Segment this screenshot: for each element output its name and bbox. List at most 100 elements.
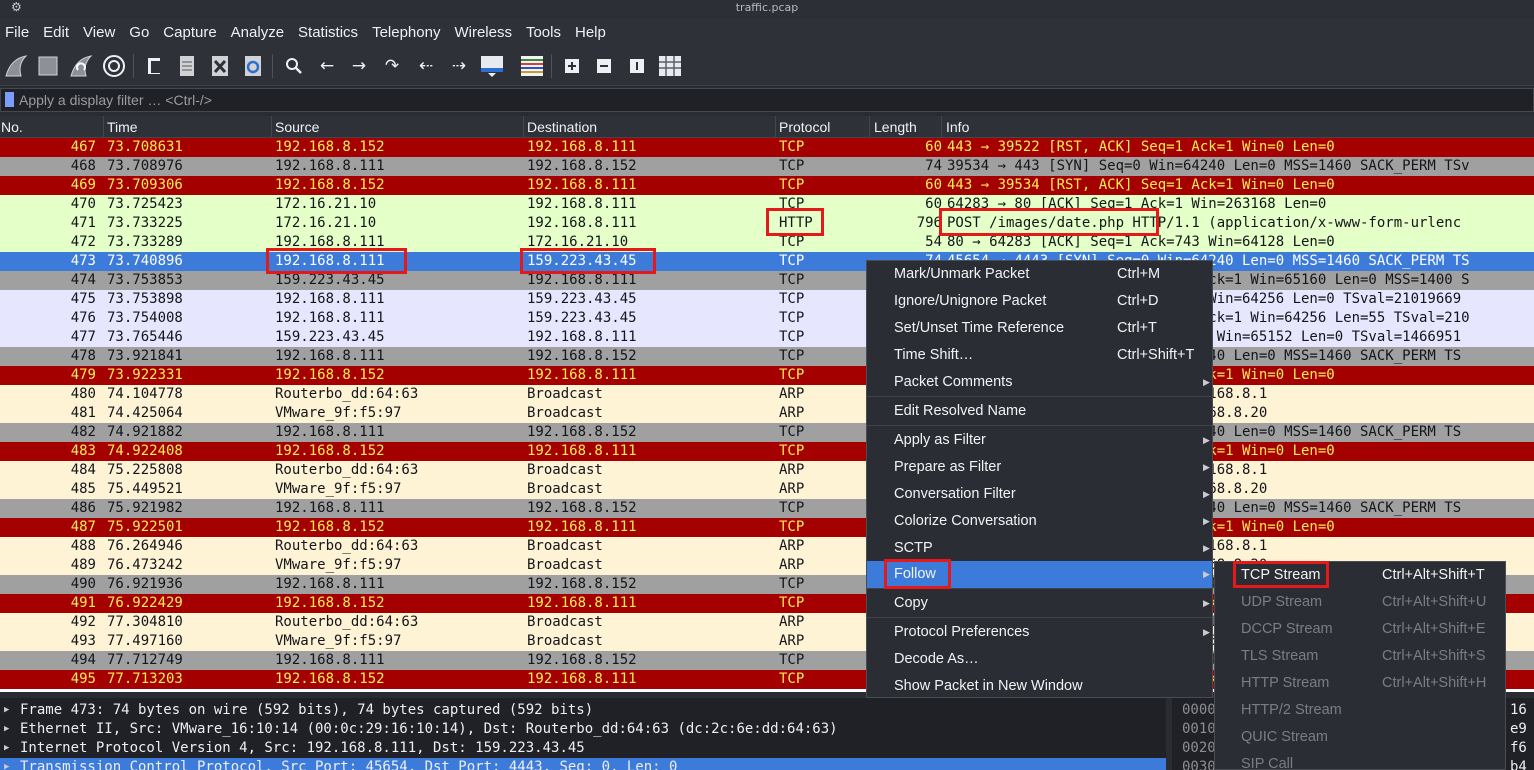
packet-number: 476	[70, 310, 96, 326]
bookmark-icon[interactable]	[5, 92, 14, 107]
submenu-arrow-icon: ▶	[1203, 569, 1210, 579]
context-menu-prepare-as-filter[interactable]: Prepare as Filter ▶	[867, 454, 1212, 481]
column-header-protocol[interactable]: Protocol	[779, 119, 830, 135]
packet-row[interactable]: 487 75.922501 192.168.8.152 192.168.8.111 TC…	[0, 518, 1534, 537]
context-menu-follow[interactable]: Follow ▶	[867, 561, 1212, 588]
expand-arrow-icon[interactable]: ▶	[4, 758, 9, 770]
menu-capture[interactable]: Capture	[163, 24, 216, 41]
packet-row[interactable]: 479 73.922331 192.168.8.152 192.168.8.111 TC…	[0, 366, 1534, 385]
context-menu-protocol-preferences[interactable]: Protocol Preferences ▶	[867, 619, 1212, 646]
context-menu-sctp[interactable]: SCTP ▶	[867, 535, 1212, 562]
display-filter-input[interactable]	[19, 90, 1519, 110]
context-menu-mark-unmark-packet[interactable]: Mark/Unmark Packet Ctrl+M	[867, 261, 1212, 288]
packet-row[interactable]: 473 73.740896 192.168.8.111 159.223.43.45 TC…	[0, 252, 1534, 271]
detail-tree-item[interactable]: ▶ Internet Protocol Version 4, Src: 192.1…	[0, 739, 1166, 758]
menu-analyze[interactable]: Analyze	[231, 24, 284, 41]
go-forward-icon[interactable]: →	[346, 53, 372, 79]
packet-row[interactable]: 483 74.922408 192.168.8.152 192.168.8.111 TC…	[0, 442, 1534, 461]
packet-row[interactable]: 472 73.733289 192.168.8.111 172.16.21.10 TCP…	[0, 233, 1534, 252]
packet-row[interactable]: 475 73.753898 192.168.8.111 159.223.43.45 TC…	[0, 290, 1534, 309]
menu-help[interactable]: Help	[575, 24, 606, 41]
follow-udp-stream[interactable]: UDP Stream Ctrl+Alt+Shift+U	[1215, 589, 1505, 616]
follow-quic-stream[interactable]: QUIC Stream	[1215, 724, 1505, 751]
save-file-icon[interactable]	[174, 53, 200, 79]
menu-edit[interactable]: Edit	[43, 24, 69, 41]
column-header-length[interactable]: Length	[874, 119, 917, 135]
menu-go[interactable]: Go	[129, 24, 149, 41]
menu-statistics[interactable]: Statistics	[298, 24, 358, 41]
packet-row[interactable]: 470 73.725423 172.16.21.10 192.168.8.111 TCP…	[0, 195, 1534, 214]
go-first-icon[interactable]: ⇠	[413, 53, 439, 79]
menu-telephony[interactable]: Telephony	[372, 24, 440, 41]
follow-dccp-stream[interactable]: DCCP Stream Ctrl+Alt+Shift+E	[1215, 616, 1505, 643]
packet-info: POST /images/date.php HTTP/1.1 (applicat…	[947, 215, 1462, 231]
follow-http-2-stream[interactable]: HTTP/2 Stream	[1215, 697, 1505, 724]
packet-row[interactable]: 467 73.708631 192.168.8.152 192.168.8.111 TC…	[0, 138, 1534, 157]
column-header-no[interactable]: No.	[1, 119, 23, 135]
detail-tree-item[interactable]: ▶ Frame 473: 74 bytes on wire (592 bits),…	[0, 701, 1166, 720]
column-header-info[interactable]: Info	[946, 119, 969, 135]
autoscroll-icon[interactable]	[479, 53, 505, 79]
go-back-icon[interactable]: ←	[314, 53, 340, 79]
shark-fin-icon[interactable]	[3, 53, 29, 79]
detail-tree-item[interactable]: ▶ Ethernet II, Src: VMware_16:10:14 (00:0…	[0, 720, 1166, 739]
find-icon[interactable]	[281, 53, 307, 79]
packet-row[interactable]: 484 75.225808 Routerbo_dd:64:63 Broadcast AR…	[0, 461, 1534, 480]
context-menu-decode-as[interactable]: Decode As…	[867, 646, 1212, 673]
context-menu-packet-comments[interactable]: Packet Comments ▶	[867, 369, 1212, 396]
menu-view[interactable]: View	[83, 24, 115, 41]
menu-file[interactable]: File	[5, 24, 29, 41]
packet-row[interactable]: 480 74.104778 Routerbo_dd:64:63 Broadcast AR…	[0, 385, 1534, 404]
packet-row[interactable]: 477 73.765446 159.223.43.45 192.168.8.111 TC…	[0, 328, 1534, 347]
expand-arrow-icon[interactable]: ▶	[4, 701, 9, 720]
column-header-time[interactable]: Time	[107, 119, 138, 135]
packet-row[interactable]: 486 75.921982 192.168.8.111 192.168.8.152 TC…	[0, 499, 1534, 518]
packet-row[interactable]: 474 73.753853 159.223.43.45 192.168.8.111 TC…	[0, 271, 1534, 290]
column-header-destination[interactable]: Destination	[527, 119, 597, 135]
packet-row[interactable]: 468 73.708976 192.168.8.111 192.168.8.152 TC…	[0, 157, 1534, 176]
packet-row[interactable]: 48174.425064VMware_9f:f5:97BroadcastARP6…	[0, 404, 1534, 423]
context-menu-edit-resolved-name[interactable]: Edit Resolved Name	[867, 398, 1212, 425]
packet-row[interactable]: 469 73.709306 192.168.8.152 192.168.8.111 TC…	[0, 176, 1534, 195]
context-menu-apply-as-filter[interactable]: Apply as Filter ▶	[867, 427, 1212, 454]
expand-arrow-icon[interactable]: ▶	[4, 720, 9, 739]
follow-tcp-stream[interactable]: TCP Stream Ctrl+Alt+Shift+T	[1215, 562, 1505, 589]
follow-tls-stream[interactable]: TLS Stream Ctrl+Alt+Shift+S	[1215, 643, 1505, 670]
packet-row[interactable]: 482 74.921882 192.168.8.111 192.168.8.152 TC…	[0, 423, 1534, 442]
options-gear-icon[interactable]	[101, 53, 127, 79]
packet-row[interactable]: 471 73.733225 172.16.21.10 192.168.8.111 HTT…	[0, 214, 1534, 233]
packet-row[interactable]: 488 76.264946 Routerbo_dd:64:63 Broadcast AR…	[0, 537, 1534, 556]
open-file-icon[interactable]	[141, 53, 167, 79]
packet-row[interactable]: 48575.449521VMware_9f:f5:97BroadcastARP6…	[0, 480, 1534, 499]
context-menu-set-unset-time-reference[interactable]: Set/Unset Time Reference Ctrl+T	[867, 315, 1212, 342]
menu-wireless[interactable]: Wireless	[454, 24, 512, 41]
packet-destination: 192.168.8.111	[527, 139, 637, 155]
context-menu-ignore-unignore-packet[interactable]: Ignore/Unignore Packet Ctrl+D	[867, 288, 1212, 315]
context-menu-copy[interactable]: Copy ▶	[867, 590, 1212, 617]
follow-http-stream[interactable]: HTTP Stream Ctrl+Alt+Shift+H	[1215, 670, 1505, 697]
packet-row[interactable]: 476 73.754008 192.168.8.111 159.223.43.45 TC…	[0, 309, 1534, 328]
normal-size-icon[interactable]	[624, 53, 650, 79]
go-last-icon[interactable]: ⇢	[446, 53, 472, 79]
zoom-out-icon[interactable]	[591, 53, 617, 79]
context-menu-colorize-conversation[interactable]: Colorize Conversation ▶	[867, 508, 1212, 535]
zoom-in-icon[interactable]	[559, 53, 585, 79]
expand-arrow-icon[interactable]: ▶	[4, 739, 9, 758]
context-menu-show-packet-in-new-window[interactable]: Show Packet in New Window	[867, 673, 1212, 700]
colorize-icon[interactable]	[519, 53, 545, 79]
go-to-packet-icon[interactable]: ↷	[379, 53, 405, 79]
restart-icon[interactable]	[68, 53, 94, 79]
follow-sip-call[interactable]: SIP Call	[1215, 751, 1505, 770]
close-file-icon[interactable]	[207, 53, 233, 79]
packet-row[interactable]: 478 73.921841 192.168.8.111 192.168.8.152 TC…	[0, 347, 1534, 366]
column-header-source[interactable]: Source	[275, 119, 319, 135]
detail-text: Ethernet II, Src: VMware_16:10:14 (00:0c…	[20, 721, 838, 737]
menu-tools[interactable]: Tools	[526, 24, 561, 41]
packet-details-pane[interactable]: ▶ Frame 473: 74 bytes on wire (592 bits),…	[0, 698, 1166, 770]
context-menu-time-shift[interactable]: Time Shift… Ctrl+Shift+T	[867, 342, 1212, 369]
detail-tree-item[interactable]: ▶ Transmission Control Protocol, Src Port…	[0, 758, 1166, 770]
stop-icon[interactable]	[35, 53, 61, 79]
reload-file-icon[interactable]	[240, 53, 266, 79]
context-menu-conversation-filter[interactable]: Conversation Filter ▶	[867, 481, 1212, 508]
resize-columns-icon[interactable]	[657, 53, 683, 79]
